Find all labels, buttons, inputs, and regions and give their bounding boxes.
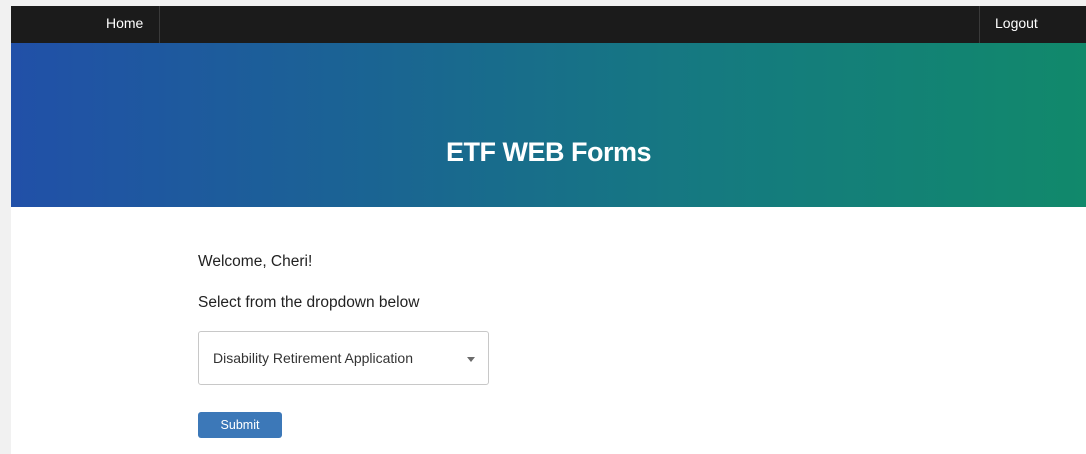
welcome-message: Welcome, Cheri! xyxy=(198,253,313,270)
caret-down-icon xyxy=(467,357,475,362)
page-title: ETF WEB Forms xyxy=(445,137,652,167)
form-select-value: Disability Retirement Application xyxy=(213,350,413,366)
nav-logout-label: Logout xyxy=(995,15,1038,31)
top-navbar: Home Logout xyxy=(11,6,1086,43)
page-frame: Home Logout ETF WEB Forms xyxy=(11,6,1086,454)
form-select-dropdown[interactable]: Disability Retirement Application xyxy=(198,331,489,385)
hero-banner: ETF WEB Forms xyxy=(11,43,1086,207)
submit-button[interactable]: Submit xyxy=(198,412,282,438)
nav-home-label: Home xyxy=(106,15,144,31)
nav-home-link[interactable]: Home xyxy=(11,6,160,43)
dropdown-instruction: Select from the dropdown below xyxy=(198,294,420,311)
nav-logout-link[interactable]: Logout xyxy=(979,6,1086,43)
